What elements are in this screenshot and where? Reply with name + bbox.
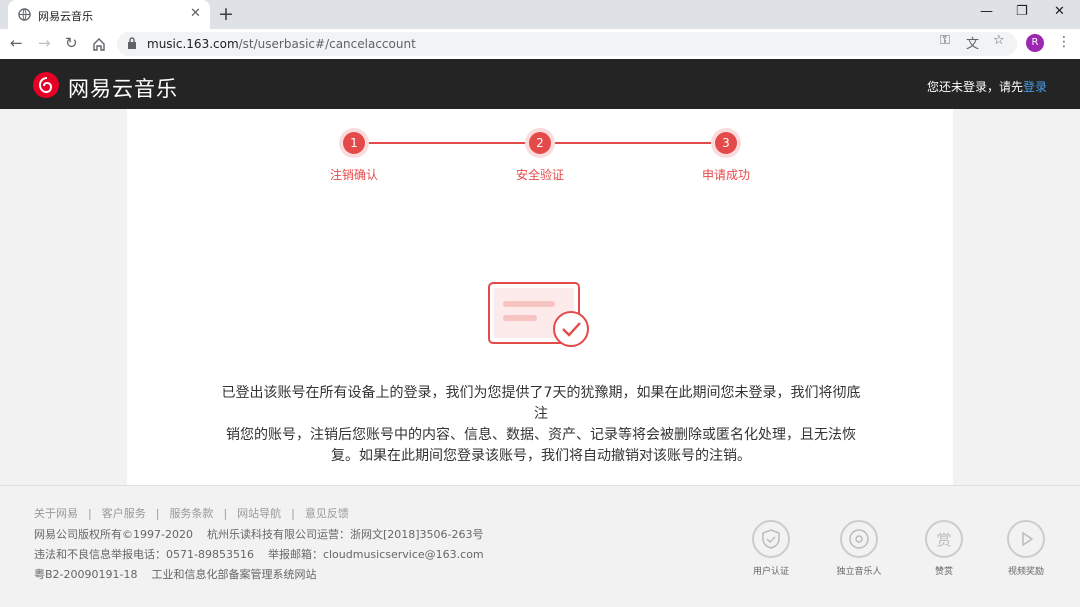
footer-report-line: 违法和不良信息举报电话：0571-89853516 举报邮箱：cloudmusi… bbox=[34, 548, 484, 561]
footer-link-about[interactable]: 关于网易 bbox=[34, 507, 78, 520]
login-prompt: 您还未登录，请先登录 bbox=[926, 80, 1047, 94]
reload-icon[interactable]: ↻ bbox=[65, 34, 78, 52]
tab-title: 网易云音乐 bbox=[38, 10, 93, 23]
reward-icon: 赏 bbox=[936, 531, 951, 549]
main-content: 1 2 3 注销确认 安全验证 申请成功 已登出该账号在所有设备上的登录，我们为… bbox=[127, 109, 953, 485]
browser-tab-bar: 网易云音乐 ✕ + — ❐ ✕ bbox=[0, 0, 1080, 29]
step-indicator-1: 1 bbox=[339, 128, 369, 158]
cancellation-notice: 已登出该账号在所有设备上的登录，我们为您提供了7天的犹豫期，如果在此期间您未登录… bbox=[221, 385, 861, 464]
success-document-icon bbox=[488, 282, 589, 347]
close-tab-icon[interactable]: ✕ bbox=[190, 6, 201, 21]
address-bar[interactable]: music.163.com/st/userbasic#/cancelaccoun… bbox=[117, 32, 1017, 56]
profile-avatar[interactable]: R bbox=[1026, 34, 1044, 52]
footer-copyright-line: 网易公司版权所有©1997-2020 杭州乐读科技有限公司运营：浙网文[2018… bbox=[34, 528, 484, 541]
badge-user-verify[interactable]: 用户认证 bbox=[741, 520, 801, 577]
footer-link-service[interactable]: 客户服务 bbox=[102, 507, 146, 520]
shield-icon bbox=[762, 529, 780, 549]
step-label-1: 注销确认 bbox=[329, 168, 378, 182]
footer-link-terms[interactable]: 服务条款 bbox=[169, 507, 213, 520]
badge-video-reward[interactable]: 视频奖励 bbox=[996, 520, 1056, 577]
step-connector bbox=[368, 142, 526, 144]
menu-icon[interactable]: ⋮ bbox=[1057, 34, 1071, 50]
home-icon[interactable] bbox=[92, 37, 106, 51]
lock-icon bbox=[128, 37, 136, 49]
netease-logo-icon[interactable] bbox=[33, 72, 59, 98]
forward-icon[interactable]: → bbox=[38, 34, 51, 52]
footer-icp-line: 粤B2-20090191-18 工业和信息化部备案管理系统网站 bbox=[34, 568, 317, 581]
disc-icon bbox=[849, 529, 869, 549]
translate-icon[interactable]: 文 bbox=[966, 33, 979, 52]
minimize-icon[interactable]: — bbox=[980, 4, 993, 19]
step-label-3: 申请成功 bbox=[701, 168, 750, 182]
svg-text:赏: 赏 bbox=[936, 531, 951, 549]
key-icon[interactable]: ⚿ bbox=[940, 33, 950, 48]
step-indicator-3: 3 bbox=[711, 128, 741, 158]
url-text: music.163.com/st/userbasic#/cancelaccoun… bbox=[147, 37, 416, 51]
back-icon[interactable]: ← bbox=[10, 34, 23, 52]
step-connector bbox=[554, 142, 712, 144]
play-icon bbox=[1022, 531, 1034, 547]
globe-icon bbox=[18, 8, 31, 21]
step-label-2: 安全验证 bbox=[515, 168, 564, 182]
icp-site-link[interactable]: 工业和信息化部备案管理系统网站 bbox=[151, 568, 316, 581]
footer-links: 关于网易 | 客户服务 | 服务条款 | 网站导航 | 意见反馈 bbox=[34, 507, 349, 520]
brand-name[interactable]: 网易云音乐 bbox=[68, 73, 178, 103]
star-icon[interactable]: ☆ bbox=[993, 33, 1005, 48]
new-tab-icon[interactable]: + bbox=[218, 3, 234, 25]
restore-icon[interactable]: ❐ bbox=[1016, 4, 1028, 19]
login-link[interactable]: 登录 bbox=[1023, 80, 1047, 94]
footer-link-sitemap[interactable]: 网站导航 bbox=[237, 507, 281, 520]
browser-toolbar: ← → ↻ music.163.com/st/userbasic#/cancel… bbox=[0, 29, 1080, 59]
badge-reward[interactable]: 赏 赞赏 bbox=[914, 520, 974, 577]
site-header: 网易云音乐 您还未登录，请先登录 bbox=[0, 59, 1080, 109]
badge-indie-musician[interactable]: 独立音乐人 bbox=[829, 520, 889, 577]
close-window-icon[interactable]: ✕ bbox=[1054, 4, 1065, 19]
site-footer: 关于网易 | 客户服务 | 服务条款 | 网站导航 | 意见反馈 网易公司版权所有©1997-2… bbox=[0, 485, 1080, 607]
step-indicator-2: 2 bbox=[525, 128, 555, 158]
footer-link-feedback[interactable]: 意见反馈 bbox=[305, 507, 349, 520]
browser-tab[interactable]: 网易云音乐 ✕ bbox=[8, 0, 210, 29]
